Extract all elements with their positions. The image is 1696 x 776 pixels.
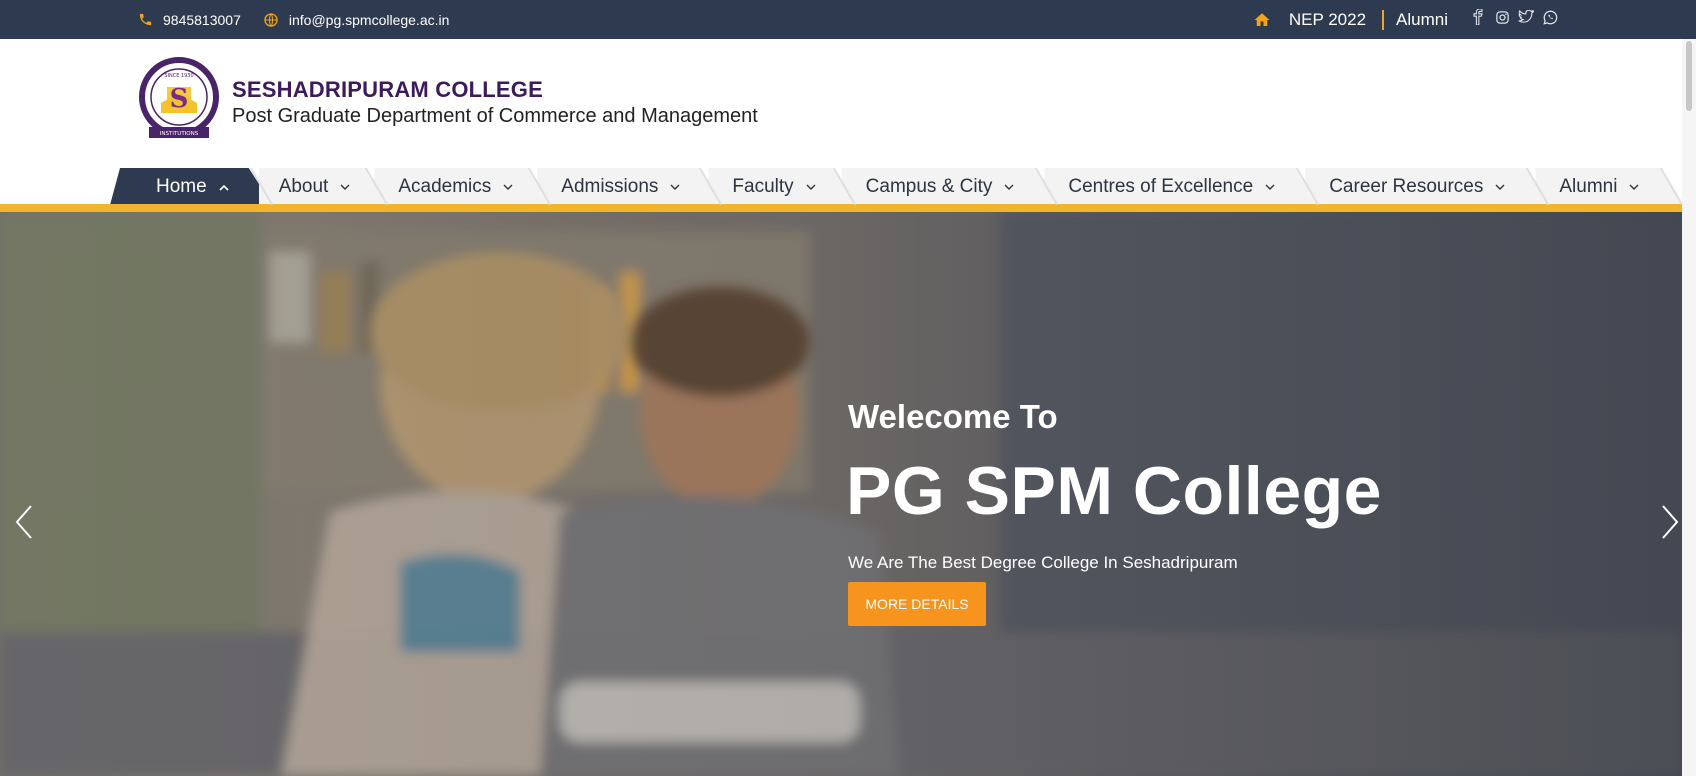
whatsapp-icon[interactable] — [1542, 9, 1558, 25]
svg-text:S: S — [170, 84, 189, 114]
chevron-left-icon — [15, 505, 32, 539]
home-icon[interactable] — [1253, 11, 1271, 29]
nav-about-label: About — [278, 175, 329, 197]
nav-centres-label: Centres of Excellence — [1068, 175, 1254, 197]
nav-academics-label: Academics — [398, 175, 492, 197]
nav-underline — [0, 204, 1696, 212]
nav-faculty-label: Faculty — [732, 175, 794, 197]
chevron-down-icon — [670, 180, 680, 194]
instagram-icon[interactable] — [1494, 9, 1510, 25]
svg-text:SINCE 1930: SINCE 1930 — [164, 73, 193, 79]
more-details-button[interactable]: MORE DETAILS — [848, 582, 986, 626]
nav-alumni[interactable]: Alumni — [1535, 168, 1684, 205]
nav-faculty[interactable]: Faculty — [708, 168, 856, 205]
nav-alumni-label: Alumni — [1559, 175, 1618, 197]
social-links — [1470, 9, 1558, 25]
globe-icon — [263, 12, 279, 28]
main-nav: Home About Academics Admissions Faculty … — [110, 168, 1684, 205]
nav-career-label: Career Resources — [1329, 175, 1484, 197]
chevron-right-icon — [1662, 505, 1679, 539]
site-header: S SINCE 1930 INSTITUTIONS SESHADRIPURAM … — [0, 39, 1696, 167]
page-scrollbar[interactable] — [1682, 39, 1696, 776]
phone-link[interactable]: 9845813007 — [137, 12, 241, 28]
email-link[interactable]: info@pg.spmcollege.ac.in — [263, 11, 450, 28]
hero-welcome: Welecome To — [848, 398, 1058, 435]
college-logo[interactable]: S SINCE 1930 INSTITUTIONS — [137, 57, 221, 143]
twitter-icon[interactable] — [1518, 9, 1534, 25]
hero-tagline: We Are The Best Degree College In Seshad… — [848, 553, 1238, 572]
nep-2022-link[interactable]: NEP 2022 — [1289, 10, 1366, 30]
chevron-down-icon — [1629, 180, 1639, 194]
hero-background-image — [0, 212, 1682, 776]
chevron-down-icon — [1004, 180, 1014, 194]
nav-academics[interactable]: Academics — [374, 168, 552, 205]
top-bar: 9845813007 info@pg.spmcollege.ac.in NEP … — [0, 0, 1696, 39]
nav-centres-of-excellence[interactable]: Centres of Excellence — [1044, 168, 1320, 205]
nav-campus-city-label: Campus & City — [865, 175, 993, 197]
chevron-down-icon — [1495, 180, 1505, 194]
nav-career-resources[interactable]: Career Resources — [1305, 168, 1550, 205]
nav-home[interactable]: Home — [110, 168, 273, 205]
nav-campus-city[interactable]: Campus & City — [842, 168, 1059, 205]
hero-title: PG SPM College — [846, 453, 1382, 529]
previous-slide-button[interactable] — [10, 502, 38, 542]
divider — [1382, 9, 1385, 30]
email-address: info@pg.spmcollege.ac.in — [288, 11, 450, 28]
top-links: NEP 2022 Alumni — [1253, 0, 1448, 39]
department-name: Post Graduate Department of Commerce and… — [232, 105, 758, 127]
facebook-icon[interactable] — [1470, 9, 1486, 25]
chevron-down-icon — [1265, 180, 1275, 194]
next-slide-button[interactable] — [1656, 502, 1682, 542]
phone-number: 9845813007 — [163, 11, 241, 28]
alumni-top-link[interactable]: Alumni — [1396, 10, 1448, 30]
chevron-down-icon — [340, 180, 350, 194]
contact-info: 9845813007 info@pg.spmcollege.ac.in — [137, 0, 471, 39]
nav-admissions-label: Admissions — [561, 175, 659, 197]
chevron-down-icon — [503, 180, 513, 194]
hero-slider: Welecome To PG SPM College We Are The Be… — [0, 212, 1682, 776]
chevron-up-icon — [219, 180, 229, 194]
chevron-down-icon — [806, 180, 816, 194]
college-name: SESHADRIPURAM COLLEGE — [232, 77, 543, 102]
scrollbar-thumb[interactable] — [1686, 41, 1692, 111]
svg-text:INSTITUTIONS: INSTITUTIONS — [160, 131, 199, 137]
nav-home-label: Home — [156, 175, 207, 197]
nav-admissions[interactable]: Admissions — [537, 168, 723, 205]
phone-icon — [137, 12, 153, 28]
nav-about[interactable]: About — [259, 168, 388, 205]
